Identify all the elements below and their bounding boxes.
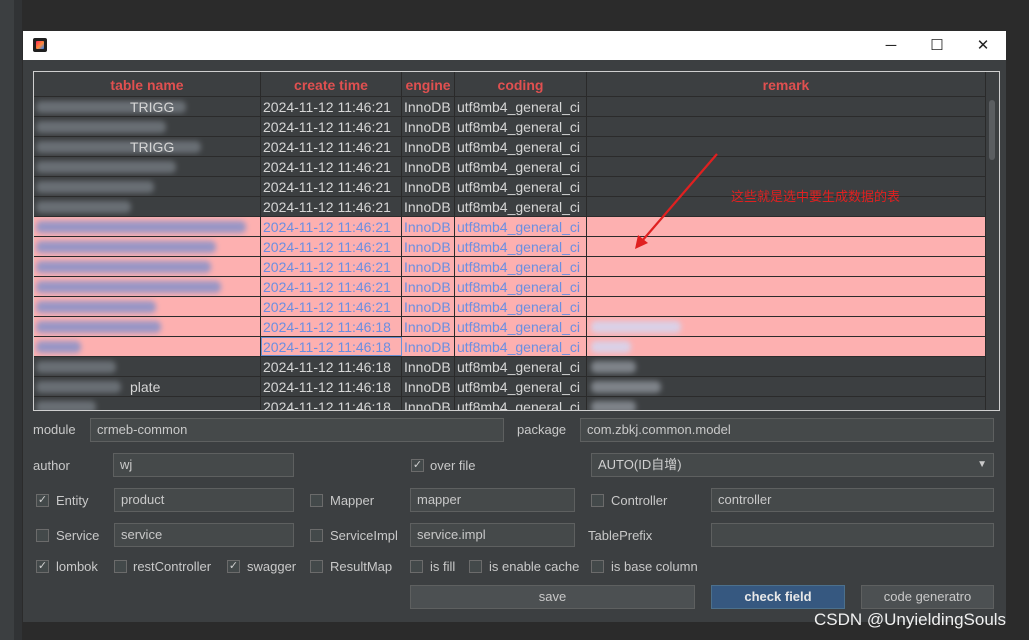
serviceimpl-checkbox[interactable]	[310, 529, 323, 542]
annotation-arrow	[635, 153, 718, 249]
generator-dialog: ─ ☐ ✕ table name create time engine codi…	[23, 31, 1006, 622]
tableprefix-label: TablePrefix	[588, 528, 653, 543]
lombok-label: lombok	[56, 559, 98, 574]
author-input[interactable]: wj	[113, 453, 294, 477]
over-file-label: over file	[430, 458, 476, 473]
is-enable-cache-checkbox[interactable]	[469, 560, 482, 573]
check-field-button[interactable]: check field	[711, 585, 845, 609]
id-type-select[interactable]: AUTO(ID自增) ▼	[591, 453, 994, 477]
is-enable-cache-label: is enable cache	[489, 559, 580, 574]
mapper-checkbox[interactable]	[310, 494, 323, 507]
controller-checkbox[interactable]	[591, 494, 604, 507]
service-input[interactable]: service	[114, 523, 294, 547]
module-input[interactable]: crmeb-common	[90, 418, 504, 442]
entity-label: Entity	[56, 493, 89, 508]
restcontroller-label: restController	[133, 559, 212, 574]
maximize-button[interactable]: ☐	[914, 31, 960, 60]
is-fill-checkbox[interactable]	[410, 560, 423, 573]
resultmap-label: ResultMap	[330, 559, 393, 574]
service-checkbox[interactable]	[36, 529, 49, 542]
mapper-label: Mapper	[330, 493, 375, 508]
entity-input[interactable]: product	[114, 488, 294, 512]
csdn-watermark: CSDN @UnyieldingSouls	[814, 610, 1007, 629]
minimize-button[interactable]: ─	[868, 31, 914, 60]
intellij-icon	[33, 38, 47, 52]
controller-input[interactable]: controller	[711, 488, 994, 512]
is-base-column-label: is base column	[611, 559, 698, 574]
swagger-label: swagger	[247, 559, 297, 574]
serviceimpl-input[interactable]: service.impl	[410, 523, 575, 547]
save-button[interactable]: save	[410, 585, 695, 609]
ide-background-top	[22, 0, 1029, 31]
swagger-checkbox[interactable]: ✓	[227, 560, 240, 573]
table-list: table name create time engine coding rem…	[33, 71, 1000, 411]
ide-side-gutter	[14, 0, 22, 640]
restcontroller-checkbox[interactable]	[114, 560, 127, 573]
package-label: package	[517, 422, 567, 437]
is-fill-label: is fill	[430, 559, 456, 574]
entity-checkbox[interactable]: ✓	[36, 494, 49, 507]
over-file-checkbox[interactable]: ✓	[411, 459, 424, 472]
code-generatro-button[interactable]: code generatro	[861, 585, 994, 609]
author-label: author	[33, 458, 70, 473]
lombok-checkbox[interactable]: ✓	[36, 560, 49, 573]
package-input[interactable]: com.zbkj.common.model	[580, 418, 994, 442]
id-type-value: AUTO(ID自增)	[598, 457, 682, 472]
module-label: module	[33, 422, 76, 437]
mapper-input[interactable]: mapper	[410, 488, 575, 512]
is-base-column-checkbox[interactable]	[591, 560, 604, 573]
title-bar: ─ ☐ ✕	[23, 31, 1006, 60]
resultmap-checkbox[interactable]	[310, 560, 323, 573]
serviceimpl-label: ServiceImpl	[330, 528, 398, 543]
close-button[interactable]: ✕	[960, 31, 1006, 60]
chevron-down-icon: ▼	[977, 459, 987, 470]
ide-side-panel	[0, 0, 14, 640]
controller-label: Controller	[611, 493, 668, 508]
tableprefix-input[interactable]	[711, 523, 994, 547]
service-label: Service	[56, 528, 100, 543]
